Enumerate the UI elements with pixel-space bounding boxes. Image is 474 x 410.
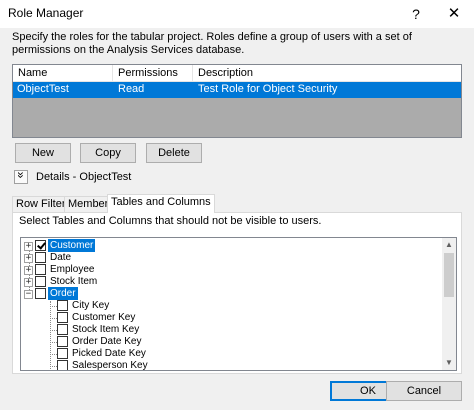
chevron-down-icon: » bbox=[14, 171, 28, 179]
details-collapse-toggle[interactable]: » bbox=[14, 170, 28, 184]
tree-vertical-scrollbar[interactable]: ▲ ▼ bbox=[442, 238, 456, 370]
scroll-down-icon[interactable]: ▼ bbox=[442, 356, 456, 370]
expand-icon[interactable]: + bbox=[24, 242, 33, 251]
expand-icon[interactable]: + bbox=[24, 254, 33, 263]
column-header-permissions[interactable]: Permissions bbox=[113, 65, 193, 82]
delete-role-button[interactable]: Delete bbox=[146, 143, 202, 163]
order-date-key-checkbox[interactable] bbox=[57, 336, 68, 347]
copy-role-button[interactable]: Copy bbox=[80, 143, 136, 163]
tree-node-stock-item[interactable]: + Stock Item bbox=[21, 276, 441, 288]
window-title: Role Manager bbox=[8, 6, 84, 20]
picked-date-key-checkbox[interactable] bbox=[57, 348, 68, 359]
close-button[interactable]: ✕ bbox=[436, 0, 472, 28]
tables-and-columns-panel: Select Tables and Columns that should no… bbox=[12, 212, 462, 374]
expand-icon[interactable]: + bbox=[24, 266, 33, 275]
employee-checkbox[interactable] bbox=[35, 264, 46, 275]
role-manager-dialog: Role Manager ? ✕ Specify the roles for t… bbox=[0, 0, 474, 410]
city-key-checkbox[interactable] bbox=[57, 300, 68, 311]
details-label: Details - ObjectTest bbox=[36, 171, 132, 183]
column-header-name[interactable]: Name bbox=[13, 65, 113, 82]
title-bar: Role Manager ? ✕ bbox=[0, 0, 474, 28]
tree-node-customer[interactable]: + Customer bbox=[21, 239, 441, 252]
order-checkbox[interactable] bbox=[35, 288, 46, 299]
scroll-up-icon[interactable]: ▲ bbox=[442, 238, 456, 252]
roles-list-header: Name Permissions Description bbox=[13, 65, 461, 82]
role-row-objecttest[interactable]: ObjectTest Read Test Role for Object Sec… bbox=[13, 82, 461, 98]
salesperson-key-checkbox[interactable] bbox=[57, 360, 68, 370]
role-permissions-cell: Read bbox=[118, 83, 145, 95]
tables-panel-hint: Select Tables and Columns that should no… bbox=[19, 215, 322, 227]
scroll-thumb[interactable] bbox=[444, 253, 454, 297]
expand-icon[interactable]: + bbox=[24, 278, 33, 287]
dialog-description: Specify the roles for the tabular projec… bbox=[12, 31, 412, 56]
customer-checkbox[interactable] bbox=[35, 240, 46, 251]
column-header-description[interactable]: Description bbox=[193, 65, 461, 82]
tables-columns-tree[interactable]: + Customer + Date + Employee + Stock Ite… bbox=[20, 237, 457, 371]
cancel-button[interactable]: Cancel bbox=[386, 381, 462, 401]
tab-tables-and-columns[interactable]: Tables and Columns bbox=[107, 194, 215, 213]
roles-list[interactable]: Name Permissions Description ObjectTest … bbox=[12, 64, 462, 138]
tree-node-salesperson-key[interactable]: Salesperson Key bbox=[21, 360, 441, 371]
stock-item-key-checkbox[interactable] bbox=[57, 324, 68, 335]
new-role-button[interactable]: New bbox=[15, 143, 71, 163]
tree-node-label: Salesperson Key bbox=[72, 360, 148, 371]
customer-key-checkbox[interactable] bbox=[57, 312, 68, 323]
collapse-icon[interactable]: − bbox=[24, 290, 33, 299]
date-checkbox[interactable] bbox=[35, 252, 46, 263]
help-button[interactable]: ? bbox=[398, 0, 434, 28]
stock-item-checkbox[interactable] bbox=[35, 276, 46, 287]
role-description-cell: Test Role for Object Security bbox=[198, 83, 338, 95]
role-name-cell: ObjectTest bbox=[17, 83, 69, 95]
